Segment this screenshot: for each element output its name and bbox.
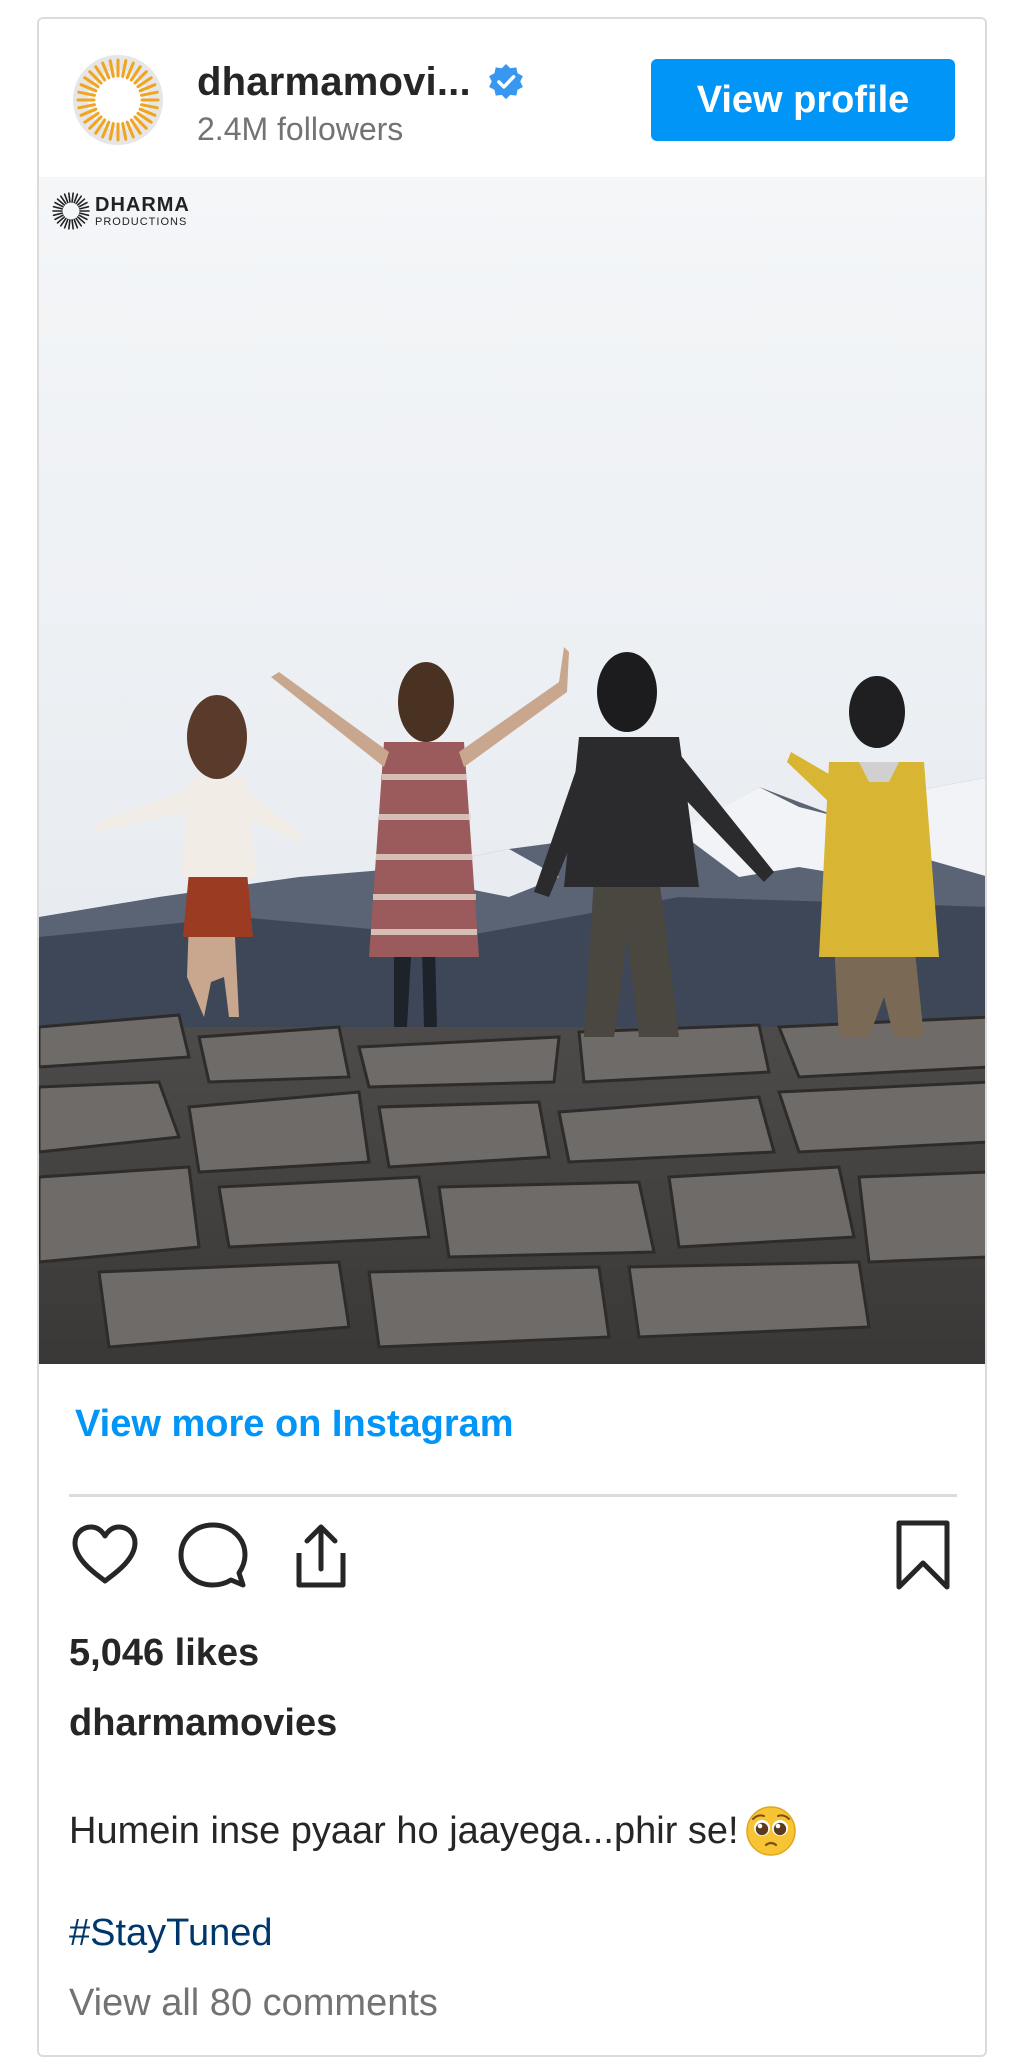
dharma-sun-icon: [52, 192, 90, 230]
post-header: dharmamovi... 2.4M followers View profil…: [39, 19, 985, 177]
watermark-brand: DHARMA: [95, 193, 190, 216]
watermark-sub: PRODUCTIONS: [95, 215, 188, 228]
heart-icon[interactable]: [69, 1519, 141, 1591]
profile-avatar[interactable]: [73, 55, 163, 145]
photo-scene: [39, 177, 985, 1364]
like-count[interactable]: 5,046 likes: [69, 1632, 259, 1675]
post-owner-username[interactable]: dharmamovies: [69, 1702, 337, 1745]
post-caption: Humein inse pyaar ho jaayega...phir se!: [69, 1805, 797, 1857]
view-profile-button[interactable]: View profile: [651, 59, 955, 141]
caption-text: Humein inse pyaar ho jaayega...phir se!: [69, 1809, 739, 1852]
bookmark-icon[interactable]: [887, 1519, 959, 1591]
share-icon[interactable]: [285, 1519, 357, 1591]
dharma-watermark: DHARMA PRODUCTIONS: [51, 191, 190, 231]
view-comments-link[interactable]: View all 80 comments: [69, 1982, 438, 2025]
instagram-embed-card: dharmamovi... 2.4M followers View profil…: [37, 17, 987, 2057]
follower-count: 2.4M followers: [197, 111, 404, 147]
username-row: dharmamovi...: [197, 57, 525, 107]
dharma-logo-icon: [76, 58, 160, 142]
divider: [69, 1494, 957, 1497]
view-more-link[interactable]: View more on Instagram: [75, 1403, 514, 1446]
action-bar: [69, 1519, 959, 1599]
hashtag-link[interactable]: #StayTuned: [69, 1912, 273, 1955]
username[interactable]: dharmamovi...: [197, 60, 471, 105]
comment-icon[interactable]: [177, 1519, 249, 1591]
post-image[interactable]: DHARMA PRODUCTIONS: [39, 177, 985, 1364]
verified-badge-icon: [488, 63, 523, 100]
pleading-face-emoji: [745, 1806, 796, 1856]
